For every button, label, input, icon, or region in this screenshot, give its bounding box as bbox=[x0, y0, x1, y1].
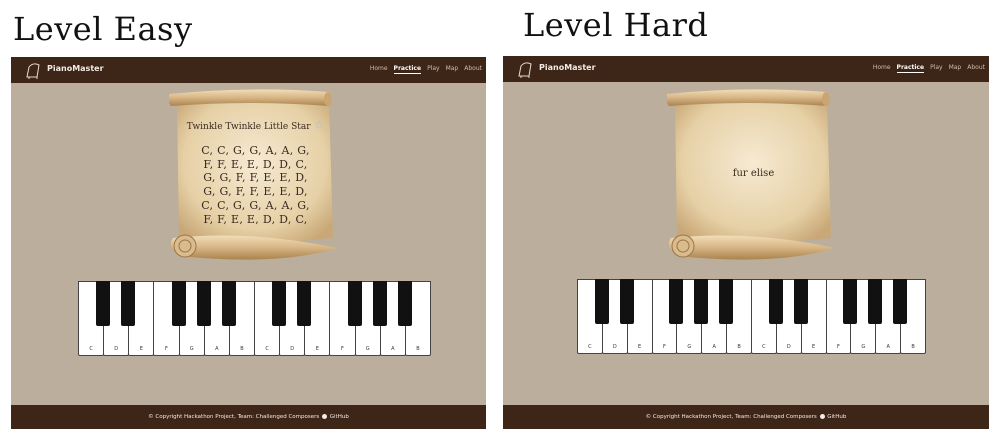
key-label: B bbox=[911, 344, 915, 350]
key-label: G bbox=[189, 346, 194, 352]
song-title-text: fur elise bbox=[732, 168, 775, 179]
notes-line: G, G, F, F, E, E, D, bbox=[203, 171, 308, 185]
github-icon bbox=[819, 414, 825, 419]
piano-keyboard: CDEFGABCDEFGAB bbox=[78, 281, 431, 357]
nav-home[interactable]: Home bbox=[873, 64, 891, 73]
piano-keyboard: CDEFGABCDEFGAB bbox=[577, 279, 926, 355]
key-label: A bbox=[215, 346, 219, 352]
key-label: A bbox=[886, 344, 890, 350]
key-label: G bbox=[365, 346, 370, 352]
black-key[interactable] bbox=[372, 281, 387, 326]
key-label: F bbox=[837, 344, 840, 350]
nav-map[interactable]: Map bbox=[446, 65, 459, 74]
copyright-text: © Copyright Hackathon Project, Team: Cha… bbox=[148, 414, 320, 420]
key-label: A bbox=[391, 346, 395, 352]
key-label: F bbox=[663, 344, 666, 350]
key-label: E bbox=[139, 346, 143, 352]
piano-logo-icon bbox=[26, 63, 40, 79]
song-scroll: fur elise bbox=[667, 88, 837, 266]
key-label: F bbox=[165, 346, 168, 352]
song-title: Twinkle Twinkle Little Star ☆ bbox=[183, 118, 328, 132]
black-key[interactable] bbox=[694, 279, 709, 324]
github-link[interactable]: GitHub bbox=[827, 414, 846, 420]
nav-play[interactable]: Play bbox=[427, 65, 440, 74]
key-label: E bbox=[315, 346, 319, 352]
black-key[interactable] bbox=[669, 279, 684, 324]
key-label: D bbox=[114, 346, 119, 352]
black-key[interactable] bbox=[843, 279, 858, 324]
black-key[interactable] bbox=[272, 281, 287, 326]
black-key[interactable] bbox=[868, 279, 883, 324]
black-key[interactable] bbox=[221, 281, 236, 326]
black-key[interactable] bbox=[347, 281, 362, 326]
key-label: B bbox=[240, 346, 244, 352]
song-scroll: Twinkle Twinkle Little Star ☆ C, C, G, G… bbox=[169, 88, 339, 266]
nav-play[interactable]: Play bbox=[930, 64, 943, 73]
easy-screenshot: PianoMaster Home Practice Play Map About bbox=[11, 57, 486, 429]
notes-line: F, F, E, E, D, D, C, bbox=[203, 157, 308, 171]
nav-home[interactable]: Home bbox=[370, 65, 388, 74]
scroll-content: Twinkle Twinkle Little Star ☆ C, C, G, G… bbox=[183, 118, 328, 226]
black-key[interactable] bbox=[297, 281, 312, 326]
nav-about[interactable]: About bbox=[967, 64, 985, 73]
key-label: C bbox=[762, 344, 766, 350]
key-label: G bbox=[687, 344, 692, 350]
song-title: fur elise bbox=[681, 168, 826, 179]
key-label: F bbox=[341, 346, 344, 352]
black-key[interactable] bbox=[768, 279, 783, 324]
black-key[interactable] bbox=[793, 279, 808, 324]
star-icon[interactable]: ☆ bbox=[313, 118, 324, 132]
nav-about[interactable]: About bbox=[464, 65, 482, 74]
nav-practice[interactable]: Practice bbox=[393, 65, 422, 74]
song-title-text: Twinkle Twinkle Little Star bbox=[186, 122, 311, 132]
hard-screenshot: PianoMaster Home Practice Play Map About bbox=[503, 56, 989, 429]
navbar: PianoMaster Home Practice Play Map About bbox=[11, 57, 486, 83]
black-key[interactable] bbox=[893, 279, 908, 324]
nav-map[interactable]: Map bbox=[949, 64, 962, 73]
key-label: C bbox=[265, 346, 269, 352]
level-easy-title: Level Easy bbox=[13, 10, 193, 48]
footer: © Copyright Hackathon Project, Team: Cha… bbox=[503, 405, 989, 429]
github-icon bbox=[322, 414, 328, 419]
github-link[interactable]: GitHub bbox=[330, 414, 349, 420]
black-key[interactable] bbox=[121, 281, 136, 326]
black-key[interactable] bbox=[171, 281, 186, 326]
black-key[interactable] bbox=[196, 281, 211, 326]
key-label: E bbox=[812, 344, 816, 350]
nav-menu: Home Practice Play Map About bbox=[370, 65, 482, 74]
key-label: D bbox=[290, 346, 295, 352]
key-label: C bbox=[89, 346, 93, 352]
piano-logo-icon bbox=[518, 62, 532, 78]
level-hard-title: Level Hard bbox=[523, 6, 709, 44]
key-label: D bbox=[612, 344, 617, 350]
notes-line: C, C, G, G, A, A, G, bbox=[201, 144, 310, 157]
black-key[interactable] bbox=[594, 279, 609, 324]
black-key[interactable] bbox=[619, 279, 634, 324]
key-label: B bbox=[416, 346, 420, 352]
scroll-content: fur elise bbox=[681, 168, 826, 191]
navbar: PianoMaster Home Practice Play Map About bbox=[503, 56, 989, 82]
notes-line: C, C, G, G, A, A, G, bbox=[201, 198, 310, 212]
nav-practice[interactable]: Practice bbox=[896, 64, 925, 73]
black-key[interactable] bbox=[96, 281, 111, 326]
brand-name[interactable]: PianoMaster bbox=[539, 63, 596, 72]
key-label: A bbox=[712, 344, 716, 350]
key-label: B bbox=[737, 344, 741, 350]
black-key[interactable] bbox=[397, 281, 412, 326]
key-label: E bbox=[638, 344, 642, 350]
notes-line: F, F, E, E, D, D, C, bbox=[203, 212, 308, 226]
nav-menu: Home Practice Play Map About bbox=[873, 64, 985, 73]
brand-name[interactable]: PianoMaster bbox=[47, 64, 104, 73]
notes-line: G, G, F, F, E, E, D, bbox=[203, 185, 308, 199]
copyright-text: © Copyright Hackathon Project, Team: Cha… bbox=[645, 414, 817, 420]
key-label: D bbox=[786, 344, 791, 350]
key-label: G bbox=[861, 344, 866, 350]
footer: © Copyright Hackathon Project, Team: Cha… bbox=[11, 405, 486, 429]
key-label: C bbox=[588, 344, 592, 350]
black-key[interactable] bbox=[719, 279, 734, 324]
